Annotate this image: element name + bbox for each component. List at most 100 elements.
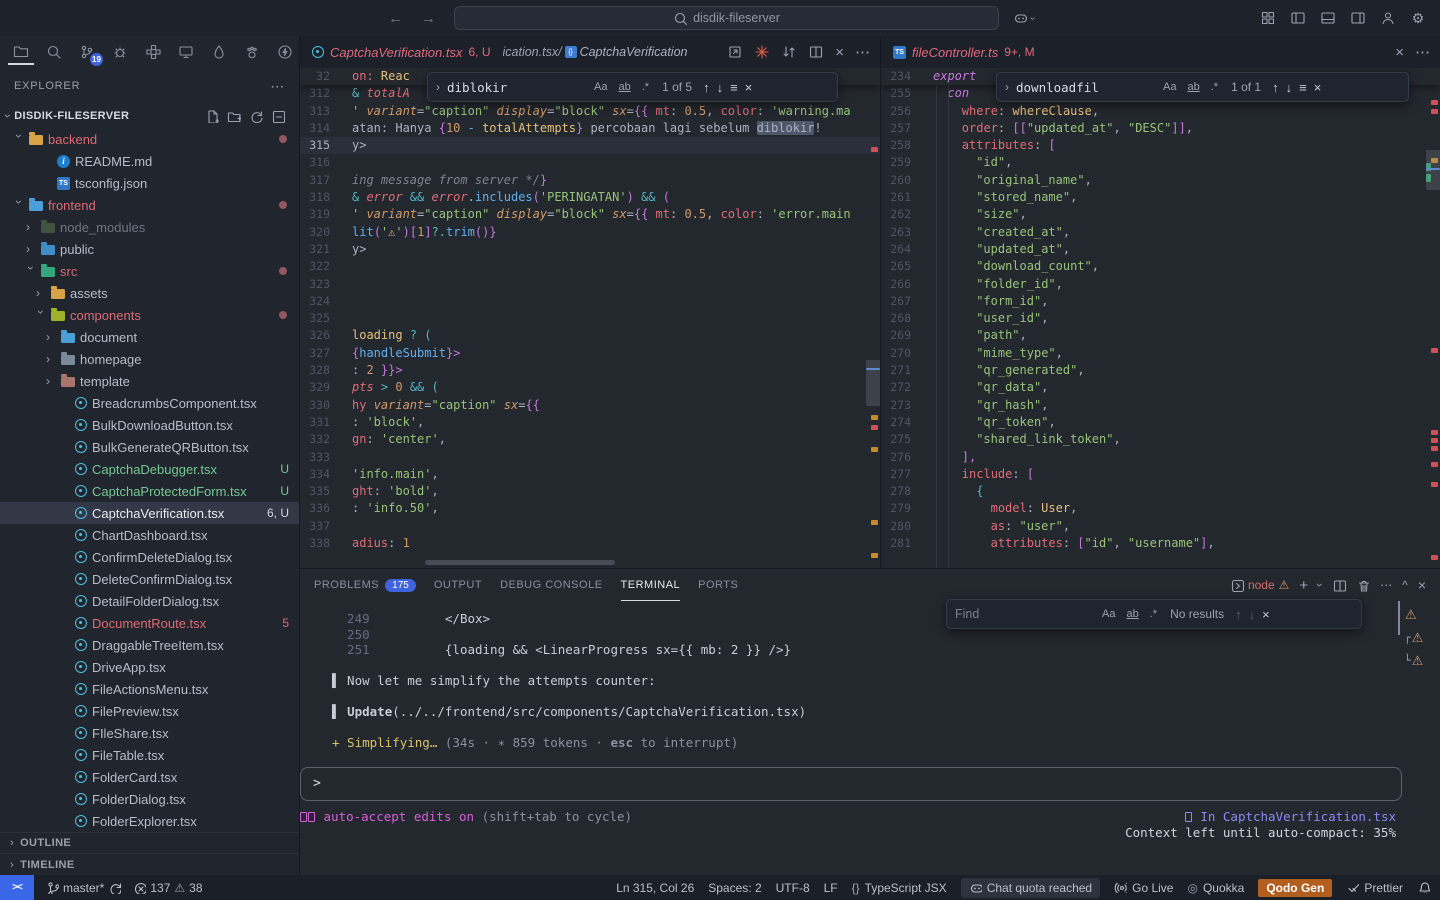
panel-tab-output[interactable]: OUTPUT [434, 569, 482, 601]
find-expand-icon[interactable]: › [1005, 80, 1009, 94]
activity-source-control-icon[interactable]: 19 [74, 39, 100, 65]
prev-match-icon[interactable]: ↑ [1235, 607, 1242, 622]
tree-item-template[interactable]: ›template [0, 370, 299, 392]
refresh-icon[interactable] [249, 109, 263, 123]
regex-icon[interactable]: .* [640, 80, 651, 94]
kill-terminal-icon[interactable] [1356, 578, 1370, 592]
code-line[interactable]: 267"form_id", [881, 293, 1440, 310]
tree-item-foldercard-tsx[interactable]: FolderCard.tsx [0, 766, 299, 788]
code-line[interactable]: 329pts > 0 && ( [300, 379, 880, 396]
tree-item-fileactionsmenu-tsx[interactable]: FileActionsMenu.tsx [0, 678, 299, 700]
code-line[interactable]: 263"created_at", [881, 224, 1440, 241]
find-widget[interactable]: › diblokir Aa ab .* 1 of 5 ↑ ↓ ≡ × [427, 72, 838, 102]
code-line[interactable]: 313' variant="caption" display="block" s… [300, 103, 880, 120]
tree-item-bulkdownloadbutton-tsx[interactable]: BulkDownloadButton.tsx [0, 414, 299, 436]
timeline-section[interactable]: › TIMELINE [0, 854, 299, 875]
code-line[interactable]: 314atan: Hanya {10 - totalAttempts} perc… [300, 120, 880, 137]
activity-thunder-client-icon[interactable] [272, 39, 298, 65]
tree-item-document[interactable]: ›document [0, 326, 299, 348]
code-line[interactable]: 274"qr_token", [881, 414, 1440, 431]
command-center-search[interactable]: disdik-fileserver [454, 6, 999, 30]
code-line[interactable]: 315y> [300, 137, 880, 154]
breadcrumb[interactable]: ication.tsx/ {} CaptchaVerification [503, 45, 688, 59]
code-line[interactable]: 264"updated_at", [881, 241, 1440, 258]
tree-item-src[interactable]: ›src [0, 260, 299, 282]
tab-filecontroller[interactable]: fileController.ts [912, 45, 998, 60]
claude-prompt-input[interactable]: > [300, 767, 1402, 801]
claude-code-icon[interactable] [754, 44, 770, 60]
tree-item-breadcrumbscomponent-tsx[interactable]: BreadcrumbsComponent.tsx [0, 392, 299, 414]
activity-remote-explorer-icon[interactable] [173, 39, 199, 65]
toggle-secondary-sidebar-icon[interactable] [1350, 10, 1366, 26]
tree-item-driveapp-tsx[interactable]: DriveApp.tsx [0, 656, 299, 678]
sync-changes-icon[interactable] [781, 44, 797, 60]
find-input[interactable]: Find [955, 607, 1093, 621]
toggle-sidebar-icon[interactable] [1290, 10, 1306, 26]
find-in-selection-icon[interactable]: ≡ [1299, 80, 1307, 95]
code-line[interactable]: 260"original_name", [881, 172, 1440, 189]
code-line[interactable]: 257order: [["updated_at", "DESC"]], [881, 120, 1440, 137]
tree-item-bulkgenerateqrbutton-tsx[interactable]: BulkGenerateQRButton.tsx [0, 436, 299, 458]
code-line[interactable]: 338adius: 1 [300, 535, 880, 552]
code-line[interactable]: 268"user_id", [881, 310, 1440, 327]
tree-item-readme-md[interactable]: iREADME.md [0, 150, 299, 172]
code-line[interactable]: 265"download_count", [881, 258, 1440, 275]
tree-item-tsconfig-json[interactable]: TStsconfig.json [0, 172, 299, 194]
code-line[interactable]: 280as: "user", [881, 518, 1440, 535]
code-line[interactable]: 317ing message from server */} [300, 172, 880, 189]
next-match-icon[interactable]: ↓ [717, 80, 724, 95]
code-line[interactable]: 281attributes: ["id", "username"], [881, 535, 1440, 552]
match-case-icon[interactable]: Aa [592, 80, 609, 94]
tab-captchaverification[interactable]: CaptchaVerification.tsx [330, 45, 462, 60]
activity-extensions-icon[interactable] [140, 39, 166, 65]
panel-tab-problems[interactable]: PROBLEMS175 [314, 569, 416, 601]
close-find-icon[interactable]: × [1262, 607, 1270, 622]
tree-item-frontend[interactable]: ›frontend [0, 194, 299, 216]
code-line[interactable]: 335ght: 'bold', [300, 483, 880, 500]
explorer-more-icon[interactable]: ⋯ [270, 78, 285, 95]
whole-word-icon[interactable]: ab [1185, 80, 1201, 94]
nav-forward-icon[interactable]: → [421, 10, 436, 27]
activity-flame-icon[interactable] [206, 39, 232, 65]
more-actions-icon[interactable]: ⋯ [1415, 43, 1430, 61]
status-quokka[interactable]: ◎Quokka [1187, 881, 1244, 895]
code-line[interactable]: 320lit('⚠')[1]?.trim()} [300, 224, 880, 241]
regex-icon[interactable]: .* [1209, 80, 1220, 94]
scrollbar-thumb[interactable] [866, 360, 880, 406]
code-line[interactable]: 272"qr_data", [881, 379, 1440, 396]
tree-item-confirmdeletedialog-tsx[interactable]: ConfirmDeleteDialog.tsx [0, 546, 299, 568]
warning-icon[interactable]: ⚠ [1412, 630, 1424, 646]
workspace-section-header[interactable]: › DISDIK-FILESERVER [0, 104, 299, 128]
status-spaces-2[interactable]: Spaces: 2 [708, 881, 761, 895]
code-line[interactable]: 333 [300, 449, 880, 466]
code-line[interactable]: 323 [300, 276, 880, 293]
code-line[interactable]: 326loading ? ( [300, 327, 880, 344]
tree-item-filetable-tsx[interactable]: FileTable.tsx [0, 744, 299, 766]
close-editor-icon[interactable]: × [835, 44, 844, 61]
new-file-icon[interactable] [205, 109, 219, 123]
match-case-icon[interactable]: Aa [1100, 607, 1117, 621]
whole-word-icon[interactable]: ab [616, 80, 632, 94]
tree-item-folderdialog-tsx[interactable]: FolderDialog.tsx [0, 788, 299, 810]
code-line[interactable]: 275"shared_link_token", [881, 431, 1440, 448]
split-terminal-icon[interactable] [1332, 578, 1346, 592]
status-bell[interactable] [1417, 880, 1430, 896]
tree-item-deleteconfirmdialog-tsx[interactable]: DeleteConfirmDialog.tsx [0, 568, 299, 590]
status-utf-8[interactable]: UTF-8 [776, 881, 810, 895]
prev-match-icon[interactable]: ↑ [1272, 80, 1279, 95]
tree-item-detailfolderdialog-tsx[interactable]: DetailFolderDialog.tsx [0, 590, 299, 612]
find-in-selection-icon[interactable]: ≡ [730, 80, 738, 95]
tree-item-draggabletreeitem-tsx[interactable]: DraggableTreeItem.tsx [0, 634, 299, 656]
tree-item-backend[interactable]: ›backend [0, 128, 299, 150]
tree-item-components[interactable]: ›components [0, 304, 299, 326]
tree-item-public[interactable]: ›public [0, 238, 299, 260]
tree-item-captchadebugger-tsx[interactable]: CaptchaDebugger.tsxU [0, 458, 299, 480]
match-case-icon[interactable]: Aa [1161, 80, 1178, 94]
split-editor-icon[interactable] [808, 44, 824, 60]
tree-item-captchaprotectedform-tsx[interactable]: CaptchaProtectedForm.tsxU [0, 480, 299, 502]
code-line[interactable]: 324 [300, 293, 880, 310]
status-ln-315-col-26[interactable]: Ln 315, Col 26 [616, 881, 694, 895]
code-line[interactable]: 325 [300, 310, 880, 327]
panel-tab-ports[interactable]: PORTS [698, 569, 738, 601]
code-line[interactable]: 266"folder_id", [881, 276, 1440, 293]
